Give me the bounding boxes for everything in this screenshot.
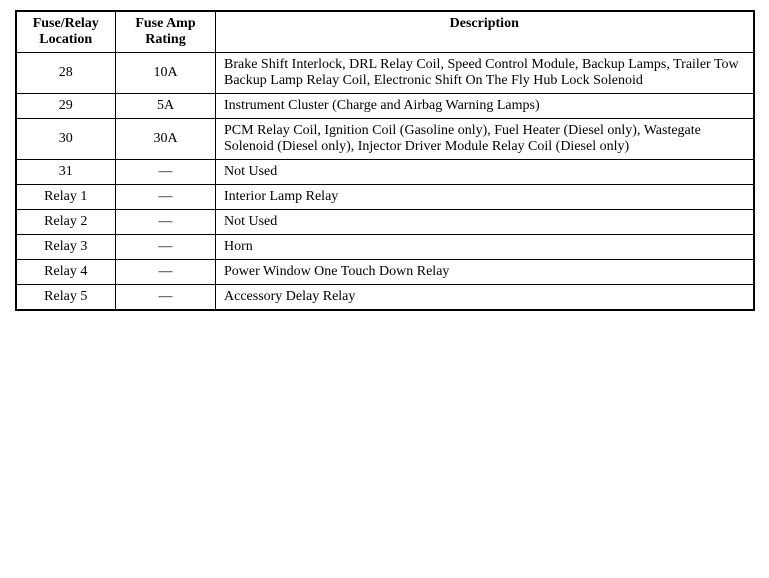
cell-rating: —	[116, 160, 216, 185]
cell-description: PCM Relay Coil, Ignition Coil (Gasoline …	[216, 119, 754, 160]
fuse-relay-table-container: Fuse/Relay Location Fuse Amp Rating Desc…	[15, 10, 755, 311]
cell-location: Relay 3	[16, 235, 116, 260]
table-row: 295AInstrument Cluster (Charge and Airba…	[16, 94, 754, 119]
table-row: Relay 5—Accessory Delay Relay	[16, 285, 754, 311]
table-row: Relay 3—Horn	[16, 235, 754, 260]
header-rating: Fuse Amp Rating	[116, 11, 216, 53]
header-location: Fuse/Relay Location	[16, 11, 116, 53]
cell-rating: 10A	[116, 53, 216, 94]
cell-location: Relay 1	[16, 185, 116, 210]
cell-rating: —	[116, 235, 216, 260]
cell-rating: —	[116, 285, 216, 311]
table-row: 2810ABrake Shift Interlock, DRL Relay Co…	[16, 53, 754, 94]
cell-rating: 30A	[116, 119, 216, 160]
cell-description: Brake Shift Interlock, DRL Relay Coil, S…	[216, 53, 754, 94]
cell-description: Interior Lamp Relay	[216, 185, 754, 210]
table-row: Relay 2—Not Used	[16, 210, 754, 235]
cell-location: 30	[16, 119, 116, 160]
cell-rating: —	[116, 260, 216, 285]
table-row: Relay 4—Power Window One Touch Down Rela…	[16, 260, 754, 285]
cell-description: Power Window One Touch Down Relay	[216, 260, 754, 285]
cell-location: Relay 2	[16, 210, 116, 235]
cell-rating: —	[116, 210, 216, 235]
fuse-relay-table: Fuse/Relay Location Fuse Amp Rating Desc…	[15, 10, 755, 311]
cell-rating: 5A	[116, 94, 216, 119]
cell-location: 28	[16, 53, 116, 94]
table-row: Relay 1—Interior Lamp Relay	[16, 185, 754, 210]
cell-description: Accessory Delay Relay	[216, 285, 754, 311]
table-row: 31—Not Used	[16, 160, 754, 185]
cell-description: Horn	[216, 235, 754, 260]
cell-location: 29	[16, 94, 116, 119]
cell-location: Relay 4	[16, 260, 116, 285]
cell-description: Instrument Cluster (Charge and Airbag Wa…	[216, 94, 754, 119]
table-header-row: Fuse/Relay Location Fuse Amp Rating Desc…	[16, 11, 754, 53]
cell-description: Not Used	[216, 210, 754, 235]
cell-location: 31	[16, 160, 116, 185]
cell-description: Not Used	[216, 160, 754, 185]
cell-rating: —	[116, 185, 216, 210]
table-row: 3030APCM Relay Coil, Ignition Coil (Gaso…	[16, 119, 754, 160]
header-description: Description	[216, 11, 754, 53]
cell-location: Relay 5	[16, 285, 116, 311]
